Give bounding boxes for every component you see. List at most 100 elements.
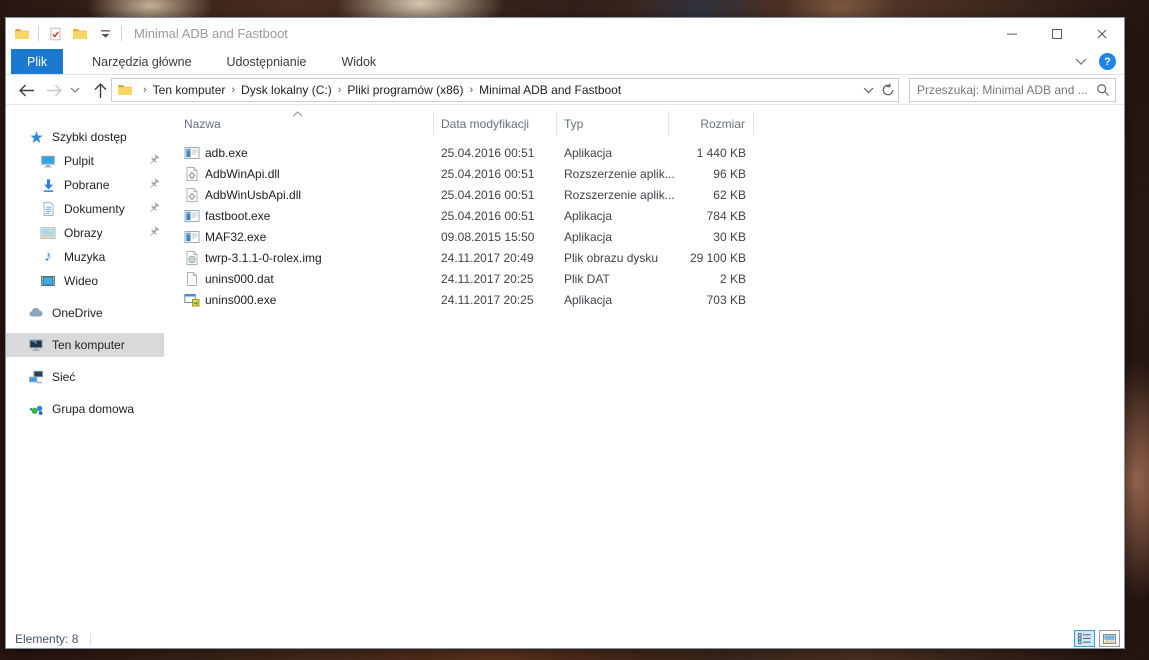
sidebar-item-label: Szybki dostęp (52, 130, 127, 144)
table-row-adbwinapi-dll[interactable]: AdbWinApi.dll 25.04.2016 00:51 Rozszerze… (164, 163, 1124, 184)
qat-new-folder-button[interactable] (71, 24, 89, 44)
documents-icon (40, 201, 56, 217)
search-input[interactable] (910, 83, 1091, 97)
sidebar-item-label: Muzyka (64, 250, 105, 264)
file-type: Aplikacja (557, 146, 669, 160)
help-button[interactable]: ? (1099, 53, 1116, 70)
qat-customize-dropdown[interactable] (96, 24, 114, 44)
file-size: 703 KB (669, 293, 754, 307)
window-controls (989, 18, 1124, 49)
sidebar-item-ten-komputer[interactable]: Ten komputer (6, 333, 164, 357)
sidebar-item-obrazy[interactable]: Obrazy (6, 221, 164, 245)
sidebar-item-pobrane[interactable]: Pobrane (6, 173, 164, 197)
recent-locations-dropdown[interactable] (68, 78, 82, 102)
details-view-button[interactable] (1074, 630, 1095, 647)
file-modified: 25.04.2016 00:51 (434, 209, 557, 223)
file-type: Aplikacja (557, 293, 669, 307)
address-dropdown-chevron-icon[interactable] (858, 79, 878, 101)
column-header-data-modyfikacji[interactable]: Data modyfikacji (434, 111, 557, 135)
table-row-twrp-img[interactable]: twrp-3.1.1-0-rolex.img 24.11.2017 20:49 … (164, 247, 1124, 268)
file-type: Rozszerzenie aplik... (557, 188, 669, 202)
column-header-typ[interactable]: Typ (557, 111, 669, 135)
sidebar-item-label: Pulpit (64, 154, 94, 168)
up-button[interactable] (88, 78, 112, 102)
close-button[interactable] (1079, 18, 1124, 49)
file-name: fastboot.exe (205, 209, 270, 223)
breadcrumb-program-files-x86[interactable]: Pliki programów (x86) (343, 83, 467, 97)
maximize-button[interactable] (1034, 18, 1079, 49)
tab-plik[interactable]: Plik (11, 49, 63, 74)
tab-widok[interactable]: Widok (328, 49, 389, 74)
content-area: Szybki dostęp Pulpit Pobrane (6, 105, 1124, 629)
qat-properties-button[interactable] (46, 24, 64, 44)
address-folder-icon (117, 82, 133, 98)
network-icon (28, 369, 44, 385)
navigation-pane: Szybki dostęp Pulpit Pobrane (6, 105, 164, 629)
table-row-adbwinusbapi-dll[interactable]: AdbWinUsbApi.dll 25.04.2016 00:51 Rozsze… (164, 184, 1124, 205)
pictures-icon (40, 225, 56, 241)
ribbon-tab-bar: Plik Narzędzia główne Udostępnianie Wido… (6, 49, 1124, 75)
tab-udostepnianie[interactable]: Udostępnianie (214, 49, 320, 74)
sidebar-item-onedrive[interactable]: OneDrive (6, 301, 164, 325)
pin-icon (147, 201, 161, 215)
file-type: Aplikacja (557, 209, 669, 223)
sidebar-item-label: Pobrane (64, 178, 109, 192)
sidebar-item-muzyka[interactable]: ♪ Muzyka (6, 245, 164, 269)
thumbnails-view-button[interactable] (1099, 630, 1120, 647)
address-bar[interactable]: › Ten komputer › Dysk lokalny (C:) › Pli… (111, 78, 899, 102)
column-header-rozmiar[interactable]: Rozmiar (669, 111, 754, 135)
file-modified: 25.04.2016 00:51 (434, 167, 557, 181)
forward-button[interactable] (42, 78, 66, 102)
titlebar[interactable]: Minimal ADB and Fastboot (6, 18, 1124, 49)
sidebar-item-wideo[interactable]: Wideo (6, 269, 164, 293)
navigation-bar: › Ten komputer › Dysk lokalny (C:) › Pli… (6, 75, 1124, 105)
file-name-cell: adb.exe (164, 145, 434, 161)
status-separator (90, 632, 91, 646)
dll-icon (184, 166, 200, 182)
minimize-button[interactable] (989, 18, 1034, 49)
breadcrumb-separator: › (467, 84, 475, 96)
breadcrumb-current-folder[interactable]: Minimal ADB and Fastboot (475, 83, 625, 97)
file-name: MAF32.exe (205, 230, 266, 244)
tab-narzedzia-glowne[interactable]: Narzędzia główne (79, 49, 204, 74)
file-name-cell: unins000.dat (164, 271, 434, 287)
file-name-cell: fastboot.exe (164, 208, 434, 224)
table-row-unins000-dat[interactable]: unins000.dat 24.11.2017 20:25 Plik DAT 2… (164, 268, 1124, 289)
file-size: 30 KB (669, 230, 754, 244)
column-header-label: Rozmiar (700, 117, 745, 131)
sidebar-item-pulpit[interactable]: Pulpit (6, 149, 164, 173)
column-header-nazwa[interactable]: Nazwa (164, 111, 434, 135)
sidebar-item-quick-access[interactable]: Szybki dostęp (6, 125, 164, 149)
sidebar-item-siec[interactable]: Sieć (6, 365, 164, 389)
file-name: AdbWinUsbApi.dll (205, 188, 301, 202)
sidebar-item-label: Grupa domowa (52, 402, 134, 416)
file-name: unins000.exe (205, 293, 276, 307)
file-name: twrp-3.1.1-0-rolex.img (205, 251, 322, 265)
collapse-ribbon-button[interactable] (1075, 58, 1087, 65)
file-name-cell: MAF32.exe (164, 229, 434, 245)
file-type: Plik DAT (557, 272, 669, 286)
file-rows: adb.exe 25.04.2016 00:51 Aplikacja 1 440… (164, 142, 1124, 310)
file-name-cell: AdbWinApi.dll (164, 166, 434, 182)
table-row-fastboot-exe[interactable]: fastboot.exe 25.04.2016 00:51 Aplikacja … (164, 205, 1124, 226)
back-button[interactable] (14, 78, 38, 102)
quick-access-toolbar: Minimal ADB and Fastboot (6, 18, 288, 49)
sidebar-item-label: Wideo (64, 274, 98, 288)
sidebar-item-label: Sieć (52, 370, 75, 384)
sort-ascending-icon (292, 111, 303, 117)
file-size: 2 KB (669, 272, 754, 286)
breadcrumb-this-pc[interactable]: Ten komputer (149, 83, 230, 97)
refresh-icon[interactable] (878, 79, 898, 101)
column-header-label: Typ (564, 117, 583, 131)
breadcrumb-drive-c[interactable]: Dysk lokalny (C:) (237, 83, 336, 97)
file-size: 1 440 KB (669, 146, 754, 160)
table-row-maf32-exe[interactable]: MAF32.exe 09.08.2015 15:50 Aplikacja 30 … (164, 226, 1124, 247)
column-headers: Nazwa Data modyfikacji Typ Rozmiar (164, 111, 754, 135)
column-header-label: Data modyfikacji (441, 117, 529, 131)
pin-icon (147, 177, 161, 191)
search-icon[interactable] (1091, 83, 1115, 97)
table-row-unins000-exe[interactable]: unins000.exe 24.11.2017 20:25 Aplikacja … (164, 289, 1124, 310)
table-row-adb-exe[interactable]: adb.exe 25.04.2016 00:51 Aplikacja 1 440… (164, 142, 1124, 163)
sidebar-item-grupa-domowa[interactable]: Grupa domowa (6, 397, 164, 421)
sidebar-item-dokumenty[interactable]: Dokumenty (6, 197, 164, 221)
